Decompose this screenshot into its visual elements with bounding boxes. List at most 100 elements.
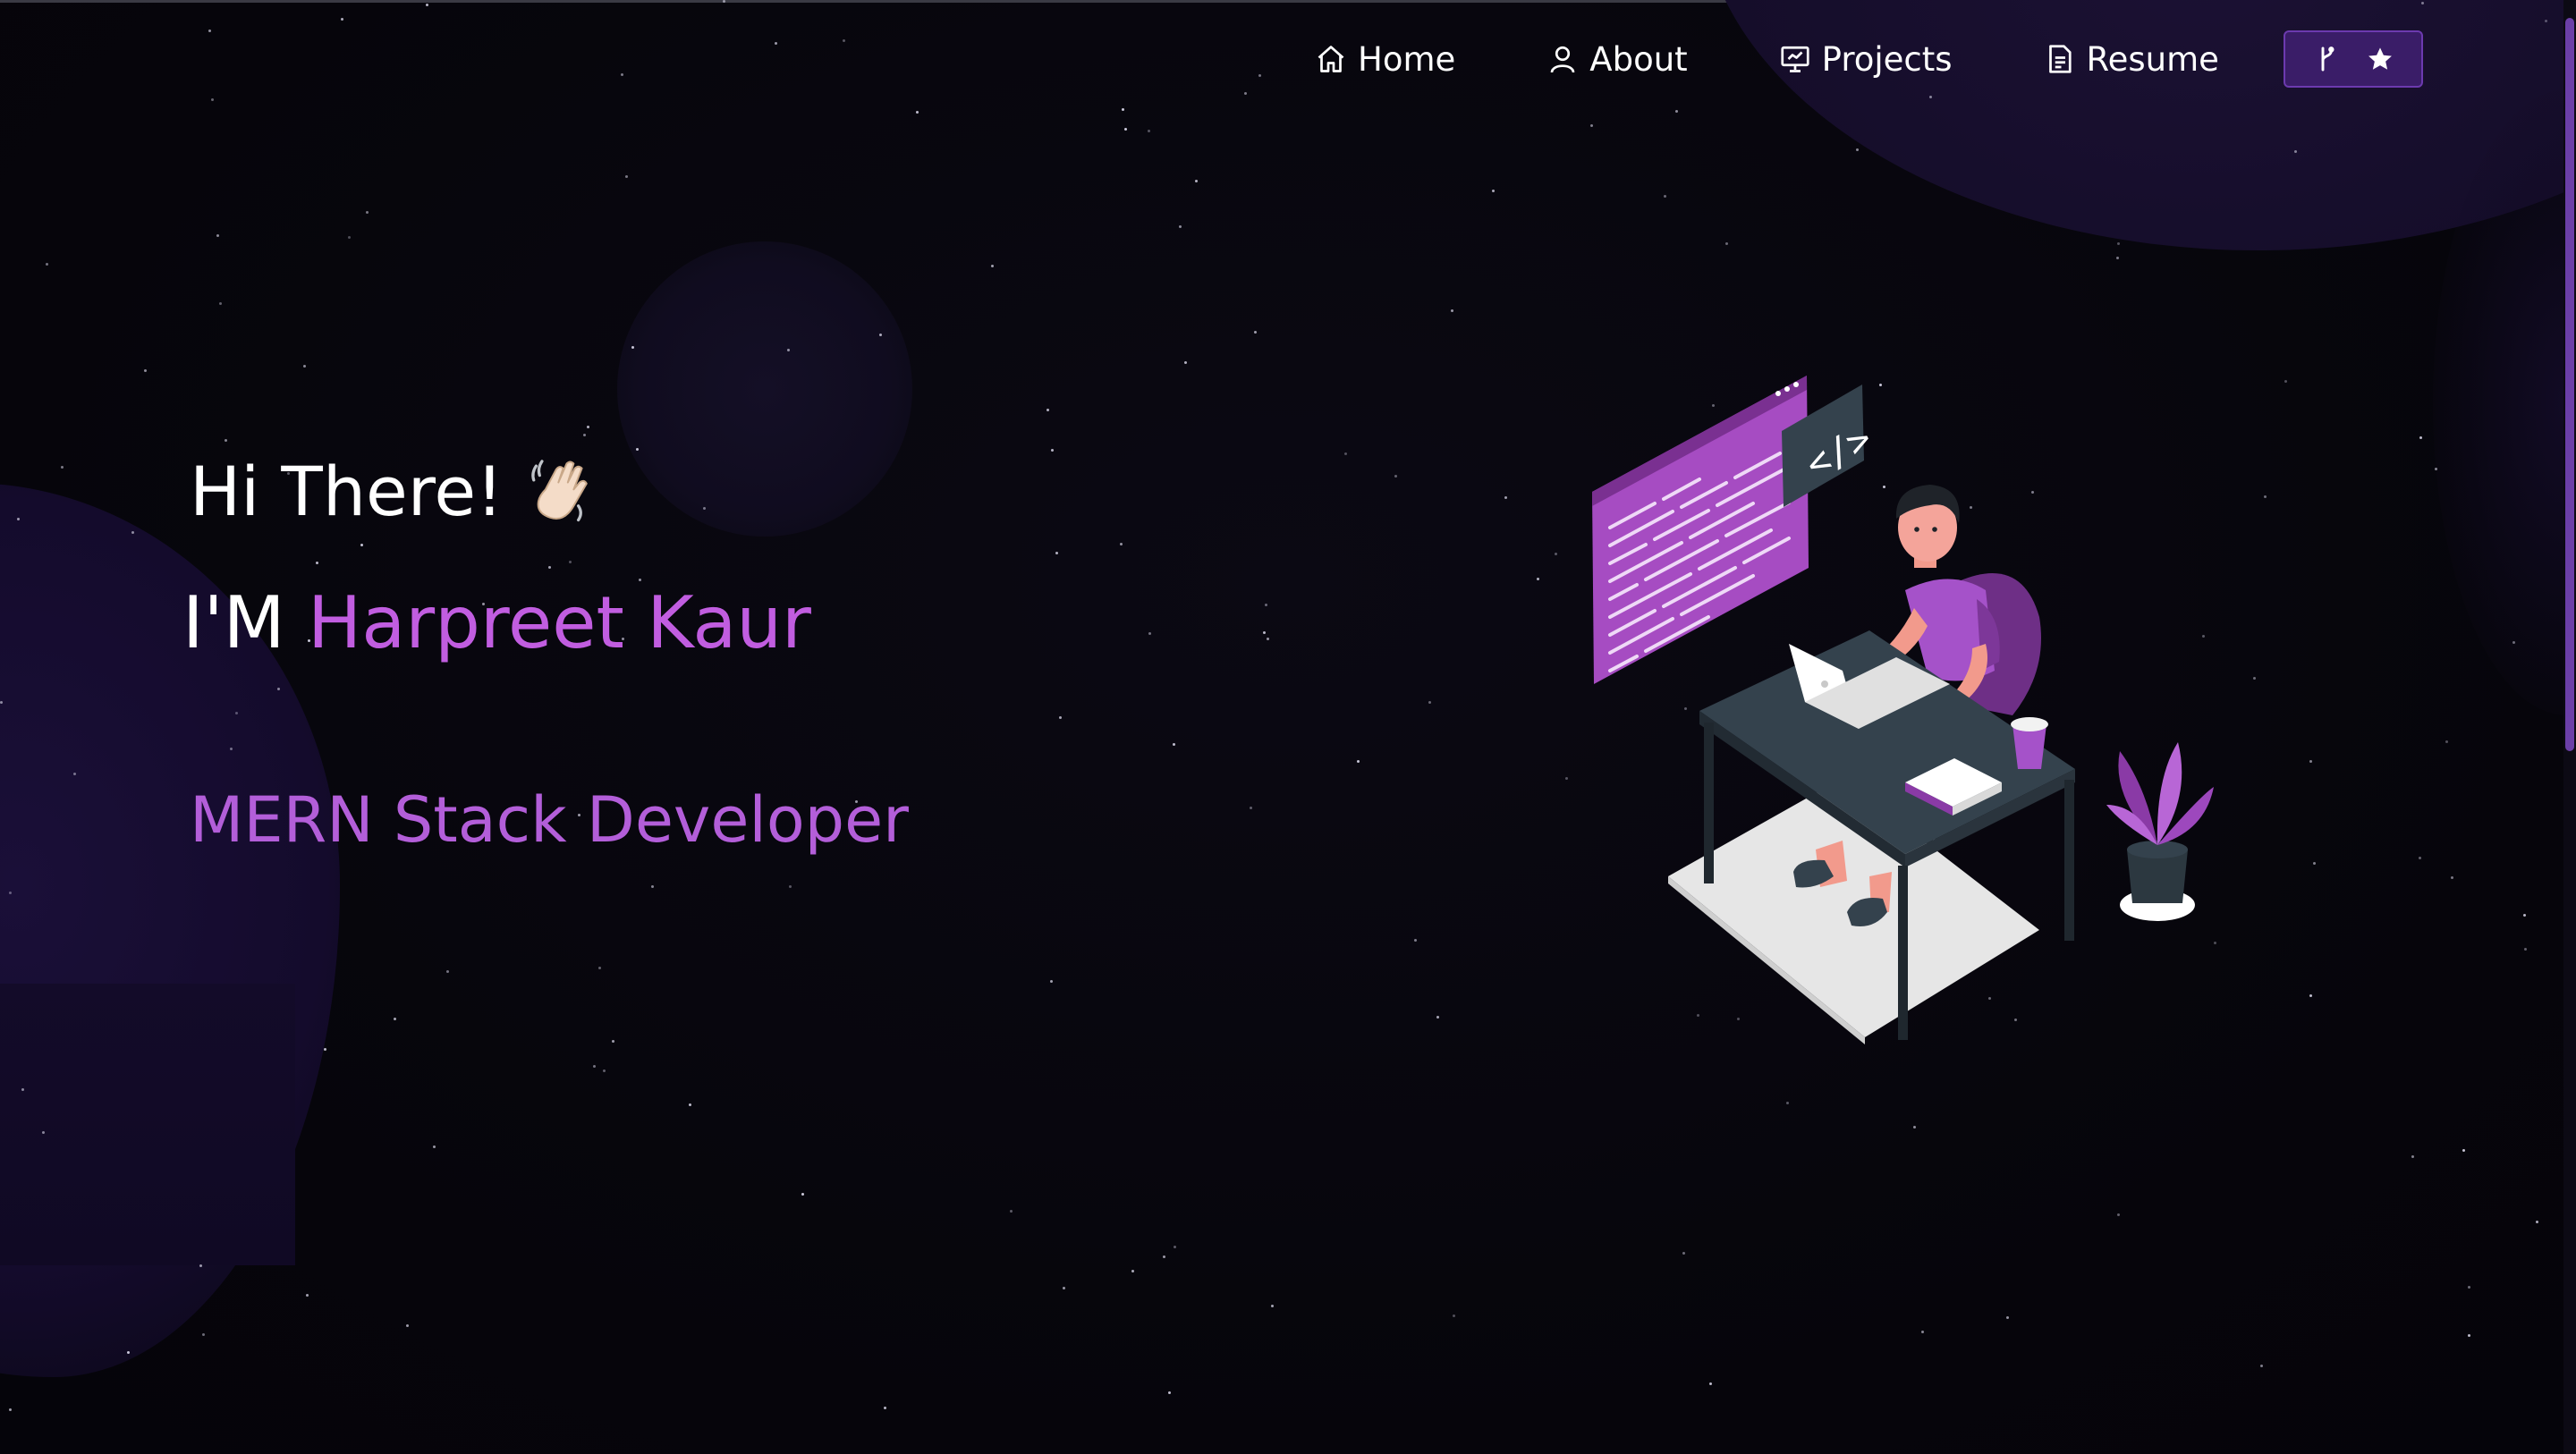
star [1856, 148, 1859, 151]
star [603, 1069, 606, 1072]
star [1122, 108, 1124, 111]
star [1168, 1391, 1171, 1394]
star [144, 369, 147, 372]
star [446, 970, 449, 973]
star [73, 773, 76, 775]
star [843, 39, 845, 42]
star [636, 448, 639, 451]
star [1913, 1126, 1916, 1129]
star [2462, 1149, 2465, 1152]
star [1124, 128, 1127, 131]
developer-role: MERN Stack Developer [190, 783, 909, 857]
star [0, 701, 3, 704]
developer-at-desk-illustration: </> [1592, 376, 2214, 1044]
star [406, 1324, 409, 1327]
star [1451, 309, 1453, 312]
nav-about-label: About [1589, 39, 1688, 79]
star [202, 1333, 205, 1336]
star [46, 263, 48, 266]
star [199, 1264, 202, 1267]
star [612, 1040, 614, 1043]
star [703, 507, 706, 510]
star [1059, 716, 1062, 719]
scrollbar[interactable] [2563, 0, 2576, 1454]
star [2435, 468, 2437, 470]
star [991, 265, 994, 267]
star [61, 466, 64, 469]
star [306, 1294, 309, 1297]
star [1263, 631, 1266, 634]
star [631, 346, 634, 349]
star [583, 434, 586, 436]
star [1174, 1246, 1176, 1248]
star [1184, 361, 1187, 364]
star [433, 1145, 436, 1148]
star [1675, 110, 1678, 113]
fork-icon [2321, 46, 2334, 72]
star [2117, 242, 2120, 245]
background-blob-center [617, 241, 912, 537]
star [1271, 1305, 1274, 1307]
star [2468, 1286, 2470, 1289]
star [1267, 638, 1269, 640]
star [1051, 449, 1054, 452]
nav-projects[interactable]: Projects [1779, 40, 1953, 79]
star [2253, 677, 2256, 680]
star [1786, 1102, 1789, 1104]
star [1250, 807, 1252, 809]
star [316, 562, 318, 564]
star [1010, 1210, 1013, 1213]
star [1504, 496, 1507, 499]
star [2294, 150, 2297, 153]
star [2536, 1221, 2538, 1223]
nav-home[interactable]: Home [1315, 40, 1455, 79]
star [324, 1048, 326, 1051]
star [394, 1018, 396, 1020]
star [625, 175, 628, 178]
star [2512, 641, 2515, 644]
star [787, 349, 790, 351]
star [127, 1351, 130, 1354]
star [2264, 495, 2267, 498]
navbar: Home About Projects Resume [1315, 25, 2423, 93]
star [689, 1103, 691, 1106]
star [303, 365, 306, 368]
scrollbar-thumb[interactable] [2565, 18, 2574, 751]
user-icon [1550, 46, 1575, 73]
star [2421, 2, 2424, 4]
star [1148, 130, 1150, 132]
star [916, 111, 919, 114]
star [569, 561, 572, 563]
star [1131, 1270, 1134, 1272]
nav-projects-label: Projects [1821, 39, 1953, 79]
star [1682, 1252, 1685, 1255]
star [801, 1193, 804, 1196]
star [348, 236, 351, 239]
star [651, 885, 654, 888]
intro-prefix: I'M [182, 581, 309, 664]
star [1565, 777, 1568, 780]
star [208, 30, 211, 32]
star [131, 531, 134, 534]
star [1929, 96, 1932, 98]
star [1453, 1315, 1455, 1317]
star [2116, 257, 2119, 259]
star [2284, 380, 2287, 383]
star [1063, 1287, 1065, 1289]
nav-resume[interactable]: Resume [2044, 40, 2219, 79]
star [1921, 1331, 1924, 1333]
star [2309, 760, 2312, 763]
github-fork-star-button[interactable] [2283, 30, 2423, 88]
star [1046, 409, 1049, 411]
star [598, 967, 601, 969]
star [775, 42, 777, 45]
star [1537, 578, 1539, 580]
star [2313, 862, 2316, 865]
star [360, 544, 363, 546]
nav-home-label: Home [1358, 39, 1456, 79]
star [1394, 475, 1397, 478]
star [2411, 1155, 2414, 1158]
hero-greeting: Hi There! [190, 452, 595, 531]
projects-icon [1781, 46, 1809, 72]
nav-about[interactable]: About [1546, 39, 1688, 79]
